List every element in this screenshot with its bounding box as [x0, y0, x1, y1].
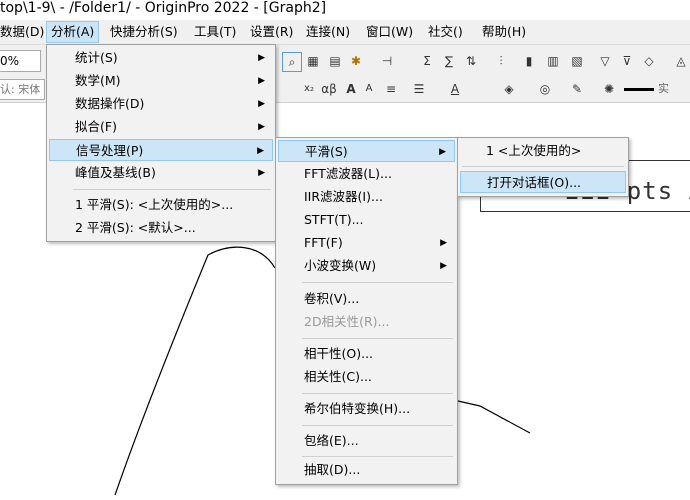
list-icon[interactable]: ☰ [410, 80, 428, 98]
smooth-menu: 1 <上次使用的> 打开对话框(O)... [457, 137, 629, 197]
menu-item-peaks-baseline[interactable]: 峰值及基线(B) ▶ [49, 162, 273, 184]
menu-item-data-manipulation[interactable]: 数据操作(D) ▶ [49, 93, 273, 115]
menu-item-correlation[interactable]: 相关性(C)... [278, 366, 455, 388]
data-curve-tail [457, 400, 531, 434]
tag-icon[interactable]: ◇ [640, 52, 658, 70]
edit-icon[interactable]: ▤ [326, 52, 344, 70]
menu-item-smooth-last-used[interactable]: 1 <上次使用的> [460, 140, 626, 162]
menu-quick-analysis[interactable]: 快捷分析(S) [106, 22, 182, 42]
line-style-combo[interactable]: 实 [658, 80, 669, 96]
sort-icon[interactable]: ⇅ [462, 52, 480, 70]
line-style-sample [624, 88, 654, 91]
menu-item-convolution[interactable]: 卷积(V)... [278, 288, 455, 310]
increase-font-icon[interactable]: A [342, 80, 360, 98]
menu-item-signal-processing[interactable]: 信号处理(P) ▶ [49, 139, 273, 161]
menu-item-hilbert-transform[interactable]: 希尔伯特变换(H)... [278, 398, 455, 420]
zoom-icon[interactable]: ⌕ [282, 52, 302, 72]
menu-item-coherence[interactable]: 相干性(O)... [278, 343, 455, 365]
menu-separator [302, 282, 453, 283]
line-color-icon[interactable]: ✎ [568, 80, 586, 98]
filter-icon[interactable]: ▽ [596, 52, 614, 70]
menu-social[interactable]: 社交() [424, 22, 467, 42]
menu-separator [462, 166, 624, 167]
histogram-icon[interactable]: ▥ [544, 52, 562, 70]
menu-connect[interactable]: 连接(N) [302, 22, 354, 42]
menu-separator [73, 189, 271, 190]
menu-item-fitting[interactable]: 拟合(F) ▶ [49, 116, 273, 138]
stack-chart-icon[interactable]: ▧ [568, 52, 586, 70]
menu-item-stft[interactable]: STFT(T)... [278, 209, 455, 231]
menu-item-wavelet[interactable]: 小波变换(W) ▶ [278, 255, 455, 277]
menu-data[interactable]: 数据(D) [0, 22, 48, 42]
sigma-icon[interactable]: Σ [418, 52, 436, 70]
menu-item-decimate[interactable]: 抽取(D)... [278, 459, 455, 481]
menu-separator [302, 338, 453, 339]
align-icon[interactable]: ≡ [382, 80, 400, 98]
pattern-icon[interactable]: ◎ [536, 80, 554, 98]
menu-item-envelope[interactable]: 包络(E)... [278, 430, 455, 452]
font-combo[interactable]: 认: 宋体 [0, 79, 45, 100]
zoom-combo[interactable]: 0% [0, 50, 41, 72]
menu-tools[interactable]: 工具(T) [190, 22, 240, 42]
menu-item-iir-filter[interactable]: IIR滤波器(I)... [278, 186, 455, 208]
fill-color-icon[interactable]: ◈ [500, 80, 518, 98]
menu-item-fft[interactable]: FFT(F) ▶ [278, 232, 455, 254]
menu-settings[interactable]: 设置(R) [246, 22, 297, 42]
menu-item-recent-smooth-default[interactable]: 2 平滑(S): <默认>... [49, 217, 273, 239]
column-chart-icon[interactable]: ⫶ [492, 52, 510, 70]
menu-window[interactable]: 窗口(W) [362, 22, 417, 42]
menu-separator [302, 425, 453, 426]
menu-item-2d-correlation[interactable]: 2D相关性(R)... [278, 311, 455, 333]
decrease-font-icon[interactable]: A [360, 80, 378, 98]
add-layer-icon[interactable]: ⊣ [378, 52, 396, 70]
signal-processing-menu: 平滑(S) ▶ FFT滤波器(L)... IIR滤波器(I)... STFT(T)… [275, 137, 458, 485]
menu-analysis[interactable]: 分析(A) [46, 21, 100, 43]
lasso-icon[interactable]: ◬ [672, 52, 690, 70]
menu-help[interactable]: 帮助(H) [478, 22, 530, 42]
menu-separator [302, 456, 453, 457]
bar-chart-icon[interactable]: ▮ [520, 52, 538, 70]
data-curve [114, 246, 276, 496]
greek-icon[interactable]: αβ [320, 80, 338, 98]
table-icon[interactable]: ▦ [304, 52, 322, 70]
window-title: top\1-9\ - /Folder1/ - OriginPro 2022 - … [0, 0, 690, 20]
menu-item-statistics[interactable]: 统计(S) ▶ [49, 47, 273, 69]
menu-item-open-dialog[interactable]: 打开对话框(O)... [460, 171, 626, 193]
gear-icon[interactable]: ✱ [347, 52, 365, 70]
menu-item-smooth[interactable]: 平滑(S) ▶ [278, 140, 455, 162]
menu-separator [302, 393, 453, 394]
font-color-icon[interactable]: A [446, 80, 464, 98]
analysis-menu: 统计(S) ▶ 数学(M) ▶ 数据操作(D) ▶ 拟合(F) ▶ 信号处理(P) ▶ 峰… [46, 44, 276, 242]
subscript-icon[interactable]: x₂ [300, 80, 318, 98]
menu-item-math[interactable]: 数学(M) ▶ [49, 70, 273, 92]
symbol-icon[interactable]: ✺ [600, 80, 618, 98]
menu-item-recent-smooth-last[interactable]: 1 平滑(S): <上次使用的>... [49, 194, 273, 216]
filter-clear-icon[interactable]: ⊽ [618, 52, 636, 70]
menu-item-fft-filter[interactable]: FFT滤波器(L)... [278, 163, 455, 185]
menu-bar: 数据(D) 分析(A) 快捷分析(S) 工具(T) 设置(R) 连接(N) 窗口… [0, 20, 690, 44]
stats-icon[interactable]: ∑ [440, 52, 458, 70]
